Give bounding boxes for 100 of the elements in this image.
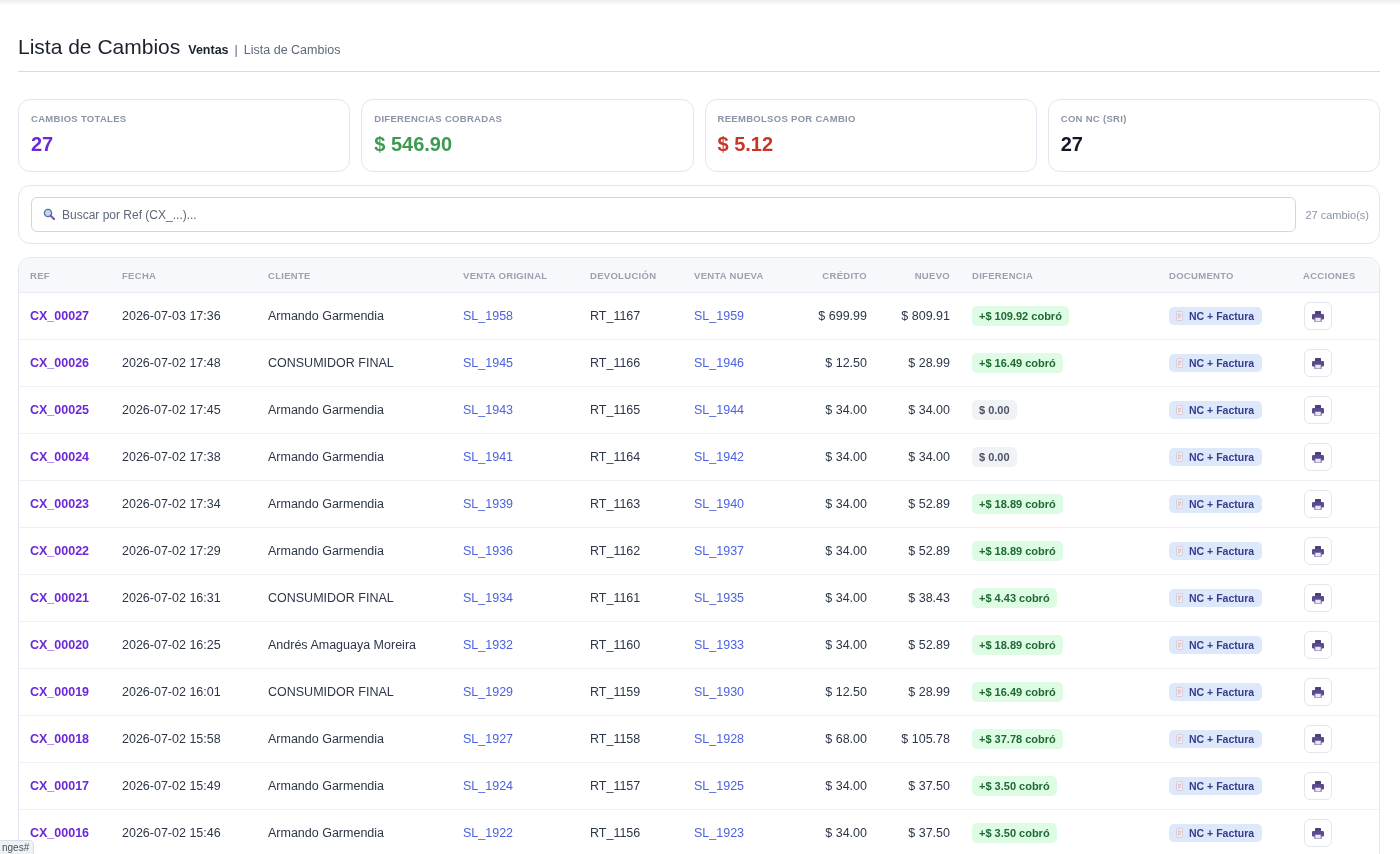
ref-link[interactable]: CX_00024 <box>30 450 90 464</box>
column-header: ACCIONES <box>1303 269 1356 281</box>
table-cell: $ 809.91 <box>901 309 950 323</box>
printer-icon <box>1312 498 1324 510</box>
table-cell: Armando Garmendia <box>268 497 385 511</box>
table-cell: 2026-07-02 17:45 <box>122 403 221 417</box>
sale-link[interactable]: SL_1945 <box>463 356 514 370</box>
page-title: Lista de Cambios <box>18 35 181 59</box>
ref-link[interactable]: CX_00016 <box>30 826 90 840</box>
sale-link[interactable]: SL_1940 <box>694 497 745 511</box>
print-button[interactable] <box>1304 819 1332 847</box>
column-header: VENTA NUEVA <box>694 269 764 281</box>
table-cell: $ 34.00 <box>825 638 867 652</box>
ref-link[interactable]: CX_00023 <box>30 497 90 511</box>
table-cell: RT_1167 <box>590 309 641 323</box>
ref-link[interactable]: CX_00018 <box>30 732 90 746</box>
sale-link[interactable]: SL_1946 <box>694 356 745 370</box>
print-button[interactable] <box>1304 490 1332 518</box>
ref-link[interactable]: CX_00022 <box>30 544 90 558</box>
print-button[interactable] <box>1304 725 1332 753</box>
sale-link[interactable]: SL_1933 <box>694 638 745 652</box>
sale-link[interactable]: SL_1959 <box>694 309 745 323</box>
sale-link[interactable]: SL_1927 <box>463 732 514 746</box>
column-header: CRÉDITO <box>822 269 867 281</box>
document-icon <box>1176 781 1183 791</box>
search-icon <box>43 208 55 220</box>
sale-link[interactable]: SL_1922 <box>463 826 514 840</box>
difference-badge: +$ 4.43 cobró <box>972 588 1057 608</box>
printer-icon <box>1312 780 1324 792</box>
document-label: NC + Factura <box>1189 451 1255 463</box>
sale-link[interactable]: SL_1944 <box>694 403 745 417</box>
document-icon <box>1176 828 1183 838</box>
table-cell: $ 699.99 <box>818 309 867 323</box>
table-cell: $ 34.00 <box>908 450 950 464</box>
printer-icon <box>1312 686 1324 698</box>
sale-link[interactable]: SL_1925 <box>694 779 745 793</box>
document-icon <box>1176 311 1183 321</box>
sale-link[interactable]: SL_1936 <box>463 544 514 558</box>
difference-badge: $ 0.00 <box>972 400 1017 420</box>
print-button[interactable] <box>1304 772 1332 800</box>
sale-link[interactable]: SL_1924 <box>463 779 514 793</box>
breadcrumb-item[interactable]: Ventas <box>188 43 229 57</box>
sale-link[interactable]: SL_1937 <box>694 544 745 558</box>
table-cell: $ 37.50 <box>908 826 950 840</box>
sale-link[interactable]: SL_1923 <box>694 826 745 840</box>
printer-icon <box>1312 357 1324 369</box>
table-cell: Armando Garmendia <box>268 732 385 746</box>
sale-link[interactable]: SL_1930 <box>694 685 745 699</box>
document-label: NC + Factura <box>1189 357 1255 369</box>
sale-link[interactable]: SL_1932 <box>463 638 514 652</box>
table-cell: $ 28.99 <box>908 356 950 370</box>
print-button[interactable] <box>1304 631 1332 659</box>
ref-link[interactable]: CX_00026 <box>30 356 90 370</box>
table-cell: Armando Garmendia <box>268 309 385 323</box>
printer-icon <box>1312 545 1324 557</box>
print-button[interactable] <box>1304 396 1332 424</box>
printer-icon <box>1312 733 1324 745</box>
ref-link[interactable]: CX_00019 <box>30 685 90 699</box>
ref-link[interactable]: CX_00020 <box>30 638 90 652</box>
table-cell: Armando Garmendia <box>268 826 385 840</box>
sale-link[interactable]: SL_1943 <box>463 403 514 417</box>
column-header: CLIENTE <box>268 269 311 281</box>
print-button[interactable] <box>1304 349 1332 377</box>
column-header: DEVOLUCIÓN <box>590 269 657 281</box>
printer-icon <box>1312 592 1324 604</box>
table-cell: $ 34.00 <box>825 497 867 511</box>
print-button[interactable] <box>1304 443 1332 471</box>
ref-link[interactable]: CX_00017 <box>30 779 90 793</box>
ref-link[interactable]: CX_00021 <box>30 591 90 605</box>
sale-link[interactable]: SL_1929 <box>463 685 514 699</box>
sale-link[interactable]: SL_1958 <box>463 309 514 323</box>
print-button[interactable] <box>1304 678 1332 706</box>
difference-badge: +$ 37.78 cobró <box>972 729 1063 749</box>
stat-label: CON NC (SRI) <box>1060 113 1127 125</box>
table-cell: RT_1160 <box>590 638 641 652</box>
difference-badge: +$ 16.49 cobró <box>972 682 1063 702</box>
sale-link[interactable]: SL_1939 <box>463 497 514 511</box>
table-cell: Armando Garmendia <box>268 403 385 417</box>
table-cell: RT_1159 <box>590 685 641 699</box>
table-cell: $ 52.89 <box>908 497 950 511</box>
search-field[interactable]: Buscar por Ref (CX_...)... <box>31 197 1297 232</box>
print-button[interactable] <box>1304 302 1332 330</box>
table-cell: $ 12.50 <box>825 685 867 699</box>
sale-link[interactable]: SL_1934 <box>463 591 514 605</box>
difference-badge: +$ 16.49 cobró <box>972 353 1063 373</box>
ref-link[interactable]: CX_00025 <box>30 403 90 417</box>
table-cell: $ 34.00 <box>825 450 867 464</box>
table-cell: RT_1161 <box>590 591 641 605</box>
print-button[interactable] <box>1304 537 1332 565</box>
table-cell: 2026-07-02 16:31 <box>122 591 221 605</box>
ref-link[interactable]: CX_00027 <box>30 309 90 323</box>
sale-link[interactable]: SL_1941 <box>463 450 514 464</box>
stat-value: 27 <box>31 132 54 157</box>
table-cell: CONSUMIDOR FINAL <box>268 356 394 370</box>
sale-link[interactable]: SL_1935 <box>694 591 745 605</box>
sale-link[interactable]: SL_1928 <box>694 732 745 746</box>
stat-label: REEMBOLSOS POR CAMBIO <box>717 113 856 125</box>
print-button[interactable] <box>1304 584 1332 612</box>
sale-link[interactable]: SL_1942 <box>694 450 745 464</box>
table-cell: Armando Garmendia <box>268 450 385 464</box>
